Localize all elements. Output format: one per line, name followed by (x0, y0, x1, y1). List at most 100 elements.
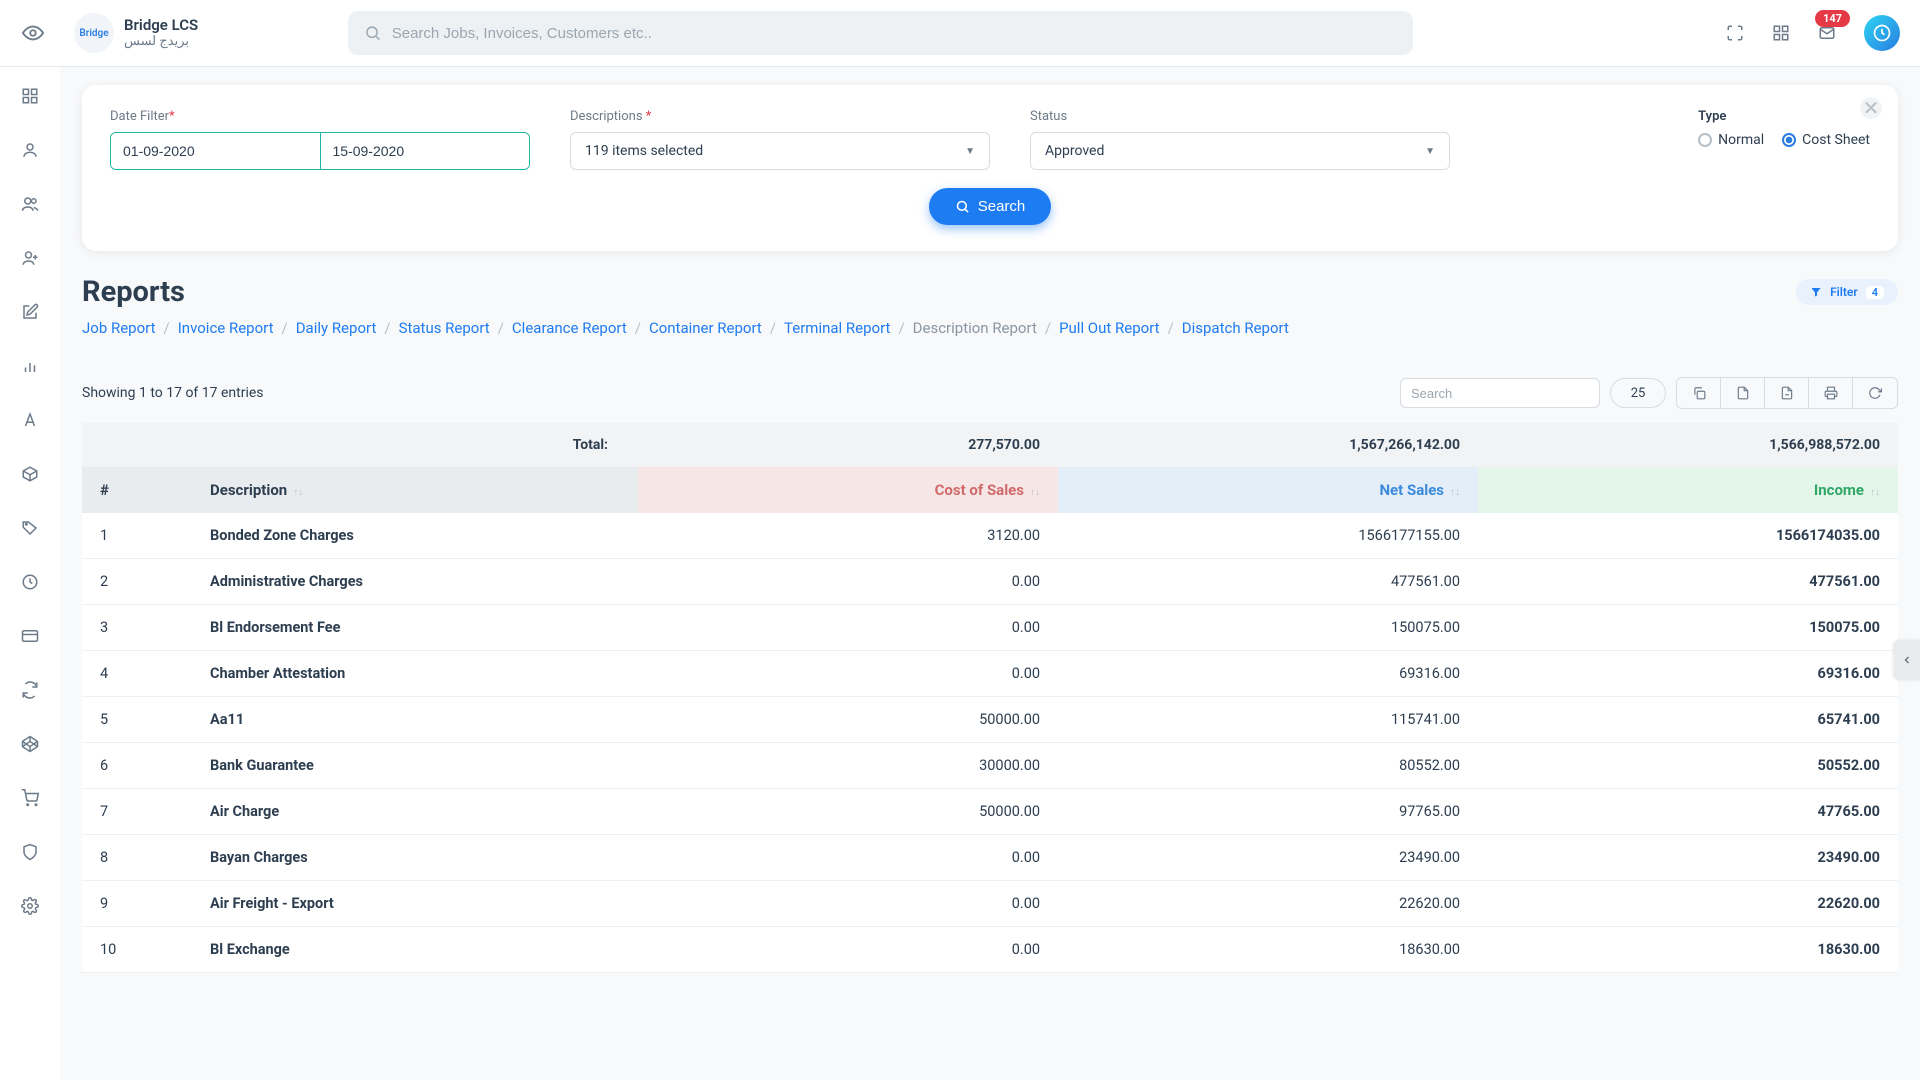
filter-search-button[interactable]: Search (929, 188, 1052, 225)
col-cost-of-sales[interactable]: Cost of Sales↑↓ (638, 467, 1058, 513)
table-search-input[interactable] (1400, 378, 1600, 408)
chart-icon[interactable] (19, 355, 41, 377)
dashboard-icon[interactable] (19, 85, 41, 107)
date-to-input[interactable] (321, 133, 530, 169)
table-row: 2Administrative Charges0.00477561.004775… (82, 559, 1898, 605)
date-from-input[interactable] (111, 133, 320, 169)
cell-cost: 30000.00 (638, 743, 1058, 789)
cell-income: 47765.00 (1478, 789, 1898, 835)
status-select[interactable]: Approved▼ (1030, 132, 1450, 170)
search-icon (955, 199, 970, 214)
sync-icon[interactable] (19, 679, 41, 701)
report-breadcrumb: Job Report/Invoice Report/Daily Report/S… (82, 319, 1898, 337)
cell-cost: 0.00 (638, 835, 1058, 881)
total-income: 1,566,988,572.00 (1478, 423, 1898, 467)
add-user-icon[interactable] (19, 247, 41, 269)
col-description[interactable]: Description↑↓ (192, 467, 638, 513)
cell-index: 10 (82, 927, 192, 973)
table-row: 4Chamber Attestation0.0069316.0069316.00 (82, 651, 1898, 697)
codepen-icon[interactable] (19, 733, 41, 755)
export-file-button[interactable] (1721, 378, 1765, 408)
cell-cost: 50000.00 (638, 789, 1058, 835)
refresh-button[interactable] (1853, 378, 1897, 408)
entries-info: Showing 1 to 17 of 17 entries (82, 385, 264, 401)
breadcrumb-invoice-report[interactable]: Invoice Report (178, 319, 274, 337)
chevron-down-icon: ▼ (1425, 146, 1435, 157)
breadcrumb-pull-out-report[interactable]: Pull Out Report (1059, 319, 1160, 337)
global-search[interactable] (348, 11, 1413, 55)
close-filter-button[interactable]: ✕ (1860, 97, 1882, 119)
descriptions-select[interactable]: 119 items selected▼ (570, 132, 990, 170)
filter-pill-button[interactable]: Filter 4 (1796, 279, 1898, 305)
cell-cost: 0.00 (638, 881, 1058, 927)
shield-icon[interactable] (19, 841, 41, 863)
table-row: 8Bayan Charges0.0023490.0023490.00 (82, 835, 1898, 881)
page-size-select[interactable]: 25 (1610, 378, 1666, 408)
cell-cost: 0.00 (638, 651, 1058, 697)
breadcrumb-dispatch-report[interactable]: Dispatch Report (1182, 319, 1289, 337)
collapse-right-panel-button[interactable] (1894, 640, 1920, 680)
export-csv-button[interactable] (1765, 378, 1809, 408)
cell-net: 115741.00 (1058, 697, 1478, 743)
cell-net: 1566177155.00 (1058, 513, 1478, 559)
table-row: 9Air Freight - Export0.0022620.0022620.0… (82, 881, 1898, 927)
notifications-icon[interactable]: 147 (1818, 24, 1836, 42)
breadcrumb-status-report[interactable]: Status Report (399, 319, 490, 337)
col-net-sales[interactable]: Net Sales↑↓ (1058, 467, 1478, 513)
cell-income: 65741.00 (1478, 697, 1898, 743)
brand-title: Bridge LCS (124, 16, 198, 34)
total-cost: 277,570.00 (638, 423, 1058, 467)
brand-subtitle: بريدج لسس (124, 34, 198, 50)
card-icon[interactable] (19, 625, 41, 647)
visibility-icon[interactable] (20, 22, 46, 44)
filter-icon (1810, 286, 1822, 298)
date-range-input[interactable] (110, 132, 530, 170)
breadcrumb-daily-report[interactable]: Daily Report (296, 319, 377, 337)
print-button[interactable] (1809, 378, 1853, 408)
cell-cost: 0.00 (638, 927, 1058, 973)
search-icon (364, 24, 382, 42)
cell-net: 97765.00 (1058, 789, 1478, 835)
apps-grid-icon[interactable] (1772, 24, 1790, 42)
table-row: 3Bl Endorsement Fee0.00150075.00150075.0… (82, 605, 1898, 651)
table-row: 10Bl Exchange0.0018630.0018630.00 (82, 927, 1898, 973)
col-index[interactable]: # (82, 467, 192, 513)
descriptions-label: Descriptions * (570, 109, 990, 124)
notification-badge: 147 (1815, 10, 1850, 27)
table-row: 1Bonded Zone Charges3120.001566177155.00… (82, 513, 1898, 559)
clock-icon[interactable] (19, 571, 41, 593)
cell-net: 69316.00 (1058, 651, 1478, 697)
settings-icon[interactable] (19, 895, 41, 917)
breadcrumb-job-report[interactable]: Job Report (82, 319, 156, 337)
type-radio-cost-sheet[interactable]: Cost Sheet (1782, 132, 1870, 148)
cell-income: 477561.00 (1478, 559, 1898, 605)
cell-description: Air Charge (192, 789, 638, 835)
cell-index: 8 (82, 835, 192, 881)
font-icon[interactable] (19, 409, 41, 431)
copy-button[interactable] (1677, 378, 1721, 408)
cell-net: 80552.00 (1058, 743, 1478, 789)
breadcrumb-clearance-report[interactable]: Clearance Report (512, 319, 627, 337)
col-income[interactable]: Income↑↓ (1478, 467, 1898, 513)
global-search-input[interactable] (392, 25, 1397, 42)
fullscreen-icon[interactable] (1726, 24, 1744, 42)
breadcrumb-terminal-report[interactable]: Terminal Report (784, 319, 890, 337)
user-avatar[interactable] (1864, 15, 1900, 51)
users-icon[interactable] (19, 193, 41, 215)
user-icon[interactable] (19, 139, 41, 161)
breadcrumb-sep: / (384, 319, 390, 337)
tag-icon[interactable] (19, 517, 41, 539)
type-radio-normal[interactable]: Normal (1698, 132, 1764, 148)
cell-cost: 0.00 (638, 559, 1058, 605)
date-filter-label: Date Filter* (110, 109, 530, 124)
edit-icon[interactable] (19, 301, 41, 323)
cell-net: 150075.00 (1058, 605, 1478, 651)
cell-net: 18630.00 (1058, 927, 1478, 973)
brand-logo: Bridge (74, 13, 114, 53)
breadcrumb-container-report[interactable]: Container Report (649, 319, 762, 337)
cell-description: Bl Exchange (192, 927, 638, 973)
package-icon[interactable] (19, 463, 41, 485)
cell-cost: 3120.00 (638, 513, 1058, 559)
cart-icon[interactable] (19, 787, 41, 809)
total-net: 1,567,266,142.00 (1058, 423, 1478, 467)
